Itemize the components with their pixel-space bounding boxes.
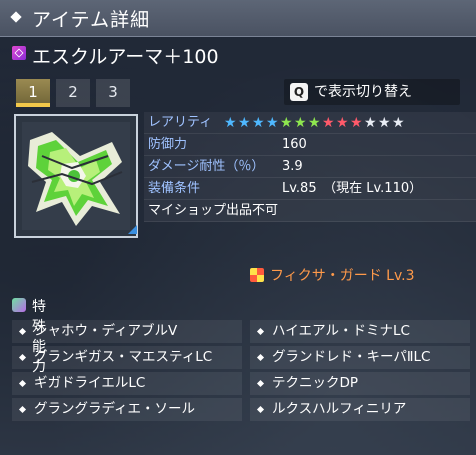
ability-name: グランギガス・マエスティLC	[34, 349, 213, 365]
ability-item[interactable]: グランギガス・マエスティLC	[12, 346, 242, 369]
dmg-resist-value: 3.9	[282, 159, 303, 174]
armor-category-icon	[12, 46, 26, 60]
star-icon: ★	[266, 115, 279, 131]
display-toggle-hint[interactable]: Q で表示切り替え	[284, 79, 460, 105]
diamond-icon	[10, 11, 22, 23]
bullet-icon	[18, 353, 27, 362]
bullet-icon	[18, 327, 27, 336]
ability-item[interactable]: ギガドライエルLC	[12, 372, 242, 395]
star-icon: ★	[280, 115, 293, 131]
star-icon: ★	[336, 115, 349, 131]
special-ability-icon	[12, 298, 26, 312]
ability-name: ハイエアル・ドミナLC	[272, 323, 410, 339]
fixa-label: フィクサ・ガード Lv.3	[270, 268, 415, 284]
defense-row: 防御力 160	[144, 134, 476, 156]
defense-label: 防御力	[148, 137, 188, 152]
bullet-icon	[18, 379, 27, 388]
ability-name: ルクスハルフィニリア	[272, 401, 407, 417]
ability-item[interactable]: テクニックDP	[250, 372, 470, 395]
dmg-resist-row: ダメージ耐性（％） 3.9	[144, 156, 476, 178]
ability-name: シャホウ・ディアブルⅤ	[34, 323, 178, 339]
bullet-icon	[256, 379, 265, 388]
ability-item[interactable]: シャホウ・ディアブルⅤ	[12, 320, 242, 343]
armor-illustration	[22, 122, 130, 230]
tab-3[interactable]: 3	[96, 79, 130, 107]
ability-item[interactable]: グラングラディエ・ソール	[12, 398, 242, 421]
q-key-icon: Q	[290, 83, 308, 101]
shop-note-row: マイショップ出品不可	[144, 200, 476, 222]
star-icon: ★	[308, 115, 321, 131]
star-icon: ★	[224, 115, 237, 131]
star-icon: ★	[392, 115, 405, 131]
fixa-icon	[250, 268, 264, 282]
star-icon: ★	[364, 115, 377, 131]
tab-2[interactable]: 2	[56, 79, 90, 107]
title-bar: アイテム詳細	[0, 0, 476, 37]
ability-name: ギガドライエルLC	[34, 375, 146, 391]
requirement-value: Lv.85 （現在 Lv.110）	[282, 181, 423, 196]
shop-note: マイショップ出品不可	[148, 203, 279, 218]
star-icon: ★	[252, 115, 265, 131]
defense-value: 160	[282, 137, 307, 152]
star-icon: ★	[350, 115, 363, 131]
toggle-label: で表示切り替え	[314, 84, 412, 100]
tab-1[interactable]: 1	[16, 79, 50, 107]
star-icon: ★	[322, 115, 335, 131]
dmg-resist-label: ダメージ耐性（％）	[148, 159, 265, 174]
star-icon: ★	[294, 115, 307, 131]
item-name: エスクルアーマ＋100	[32, 46, 219, 68]
ability-item[interactable]: ルクスハルフィニリア	[250, 398, 470, 421]
ability-item[interactable]: ハイエアル・ドミナLC	[250, 320, 470, 343]
bullet-icon	[256, 327, 265, 336]
page-title: アイテム詳細	[32, 9, 151, 31]
ability-name: グランドレド・キーパⅡLC	[272, 349, 431, 365]
bullet-icon	[256, 405, 265, 414]
ability-name: テクニックDP	[272, 375, 359, 391]
rarity-row: レアリティ ★ ★ ★ ★ ★ ★ ★ ★ ★ ★ ★ ★ ★	[144, 112, 476, 134]
requirement-label: 装備条件	[148, 181, 201, 196]
bullet-icon	[18, 405, 27, 414]
star-icon: ★	[238, 115, 251, 131]
rarity-label: レアリティ	[148, 115, 213, 130]
requirement-row: 装備条件 Lv.85 （現在 Lv.110）	[144, 178, 476, 200]
bullet-icon	[256, 353, 265, 362]
ability-name: グラングラディエ・ソール	[34, 401, 196, 417]
image-corner-marker	[128, 225, 137, 234]
star-icon: ★	[378, 115, 391, 131]
item-image	[14, 114, 138, 238]
item-detail-panel: アイテム詳細 エスクルアーマ＋100 1 2 3 Q で表示切り替え レアリティ…	[0, 0, 476, 455]
ability-item[interactable]: グランドレド・キーパⅡLC	[250, 346, 470, 369]
